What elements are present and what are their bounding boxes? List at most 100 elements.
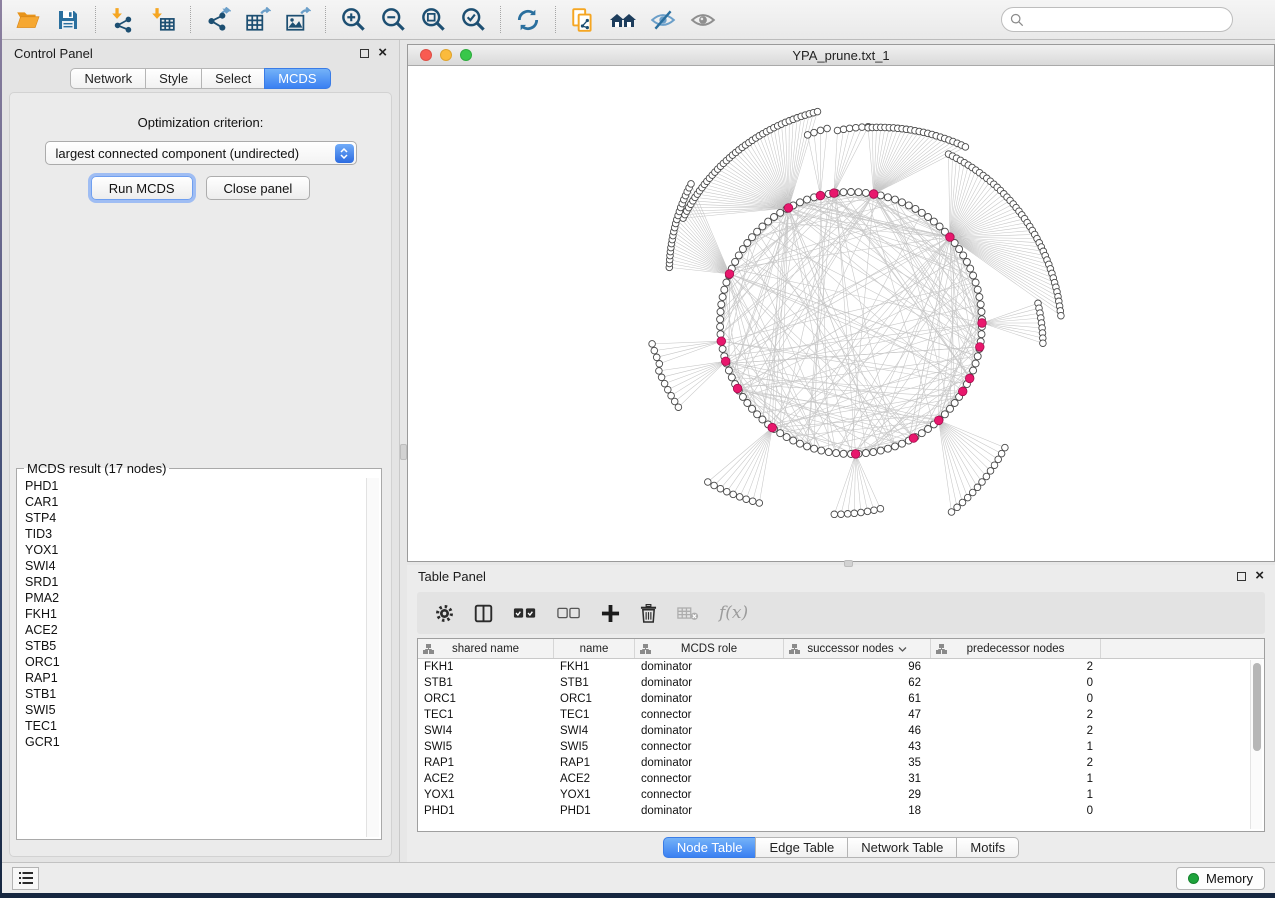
zoom-out-icon — [380, 6, 407, 33]
table-row[interactable]: RAP1RAP1dominator352 — [418, 755, 1264, 771]
app-window: Control Panel × NetworkStyleSelectMCDS O… — [2, 0, 1275, 893]
table-row[interactable]: TEC1TEC1connector472 — [418, 707, 1264, 723]
mcds-result-list[interactable]: PHD1CAR1STP4TID3YOX1SWI4SRD1PMA2FKH1ACE2… — [18, 477, 380, 838]
table-options-button[interactable] — [435, 604, 454, 623]
column-header-predecessor-nodes[interactable]: predecessor nodes — [931, 639, 1101, 658]
task-history-button[interactable] — [12, 867, 39, 890]
list-item[interactable]: STB5 — [25, 638, 380, 654]
cell-successor-nodes: 62 — [784, 675, 931, 691]
tab-network-table[interactable]: Network Table — [847, 837, 957, 858]
list-item[interactable]: GCR1 — [25, 734, 380, 750]
import-table-button[interactable] — [143, 4, 183, 35]
tab-motifs[interactable]: Motifs — [956, 837, 1019, 858]
float-panel-icon[interactable] — [1237, 572, 1246, 581]
cell-MCDS-role: connector — [635, 787, 784, 803]
list-item[interactable]: FKH1 — [25, 606, 380, 622]
list-item[interactable]: YOX1 — [25, 542, 380, 558]
column-header-shared-name[interactable]: shared name — [418, 639, 554, 658]
toolbar-separator — [190, 6, 191, 33]
export-network-button[interactable] — [198, 4, 238, 35]
table-row[interactable]: ORC1ORC1dominator610 — [418, 691, 1264, 707]
control-panel: Control Panel × NetworkStyleSelectMCDS O… — [2, 40, 400, 862]
zoom-selected-button[interactable] — [453, 4, 493, 35]
export-table-button[interactable] — [238, 4, 278, 35]
column-header-MCDS-role[interactable]: MCDS role — [635, 639, 784, 658]
copy-share-network-button[interactable] — [563, 4, 603, 35]
table-panel-title: Table Panel — [418, 569, 486, 584]
splitter-grip[interactable] — [400, 444, 407, 460]
tab-network[interactable]: Network — [70, 68, 146, 89]
columns-icon — [474, 604, 493, 623]
tab-edge-table[interactable]: Edge Table — [755, 837, 848, 858]
hide-selected-button[interactable] — [643, 4, 683, 35]
table-row[interactable]: YOX1YOX1connector291 — [418, 787, 1264, 803]
list-item[interactable]: SWI5 — [25, 702, 380, 718]
zoom-out-button[interactable] — [373, 4, 413, 35]
select-all-button[interactable] — [513, 606, 537, 620]
save-session-button[interactable] — [48, 4, 88, 35]
scrollbar-thumb[interactable] — [1253, 663, 1261, 751]
optimization-criterion-select[interactable]: largest connected component (undirected) — [45, 141, 357, 165]
tab-node-table[interactable]: Node Table — [663, 837, 757, 858]
table-row[interactable]: ACE2ACE2connector311 — [418, 771, 1264, 787]
list-item[interactable]: ACE2 — [25, 622, 380, 638]
network-canvas[interactable] — [408, 66, 1274, 561]
column-header-name[interactable]: name — [554, 639, 635, 658]
list-item[interactable]: SWI4 — [25, 558, 380, 574]
search-input[interactable] — [1030, 13, 1224, 27]
run-mcds-button[interactable]: Run MCDS — [91, 176, 193, 200]
close-panel-button[interactable]: Close panel — [206, 176, 311, 200]
search-box[interactable] — [1001, 7, 1233, 32]
export-image-icon — [285, 7, 311, 33]
column-visibility-button[interactable] — [474, 604, 493, 623]
panel-splitter[interactable] — [400, 40, 407, 862]
tab-style[interactable]: Style — [145, 68, 202, 89]
refresh-view-button[interactable] — [508, 4, 548, 35]
close-panel-icon[interactable]: × — [1255, 571, 1264, 581]
list-item[interactable]: PMA2 — [25, 590, 380, 606]
table-row[interactable]: SWI5SWI5connector431 — [418, 739, 1264, 755]
list-item[interactable]: SRD1 — [25, 574, 380, 590]
import-network-button[interactable] — [103, 4, 143, 35]
table-row[interactable]: PHD1PHD1dominator180 — [418, 803, 1264, 819]
open-file-button[interactable] — [8, 4, 48, 35]
float-panel-icon[interactable] — [360, 49, 369, 58]
table-row[interactable]: STB1STB1dominator620 — [418, 675, 1264, 691]
add-button[interactable] — [601, 604, 620, 623]
zoom-in-button[interactable] — [333, 4, 373, 35]
list-item[interactable]: STB1 — [25, 686, 380, 702]
close-panel-icon[interactable]: × — [378, 48, 387, 58]
splitter-grip[interactable] — [844, 560, 853, 567]
maximize-window-icon[interactable] — [460, 49, 472, 61]
minimize-window-icon[interactable] — [440, 49, 452, 61]
list-item[interactable]: TEC1 — [25, 718, 380, 734]
list-item[interactable]: ORC1 — [25, 654, 380, 670]
list-item[interactable]: TID3 — [25, 526, 380, 542]
home-views-button[interactable] — [603, 4, 643, 35]
optimization-criterion-label: Optimization criterion: — [10, 115, 391, 130]
delete-button[interactable] — [640, 604, 657, 623]
export-image-button[interactable] — [278, 4, 318, 35]
copy-documents-icon — [570, 7, 596, 33]
deselect-all-button[interactable] — [557, 606, 581, 620]
close-window-icon[interactable] — [420, 49, 432, 61]
list-item[interactable]: CAR1 — [25, 494, 380, 510]
column-header-successor-nodes[interactable]: successor nodes — [784, 639, 931, 658]
zoom-fit-button[interactable] — [413, 4, 453, 35]
column-label: successor nodes — [807, 643, 893, 655]
horizontal-splitter[interactable] — [407, 562, 1275, 565]
network-window-titlebar[interactable]: YPA_prune.txt_1 — [408, 45, 1274, 66]
tab-mcds[interactable]: MCDS — [264, 68, 330, 89]
list-item[interactable]: PHD1 — [25, 478, 380, 494]
table-scrollbar[interactable] — [1250, 660, 1262, 829]
list-item[interactable]: RAP1 — [25, 670, 380, 686]
zoom-in-icon — [340, 6, 367, 33]
delete-table-icon — [677, 606, 699, 621]
table-row[interactable]: SWI4SWI4dominator462 — [418, 723, 1264, 739]
memory-button[interactable]: Memory — [1176, 867, 1265, 890]
show-all-button[interactable] — [683, 4, 723, 35]
list-scrollbar[interactable] — [366, 478, 379, 837]
tab-select[interactable]: Select — [201, 68, 265, 89]
table-row[interactable]: FKH1FKH1dominator962 — [418, 659, 1264, 675]
list-item[interactable]: STP4 — [25, 510, 380, 526]
